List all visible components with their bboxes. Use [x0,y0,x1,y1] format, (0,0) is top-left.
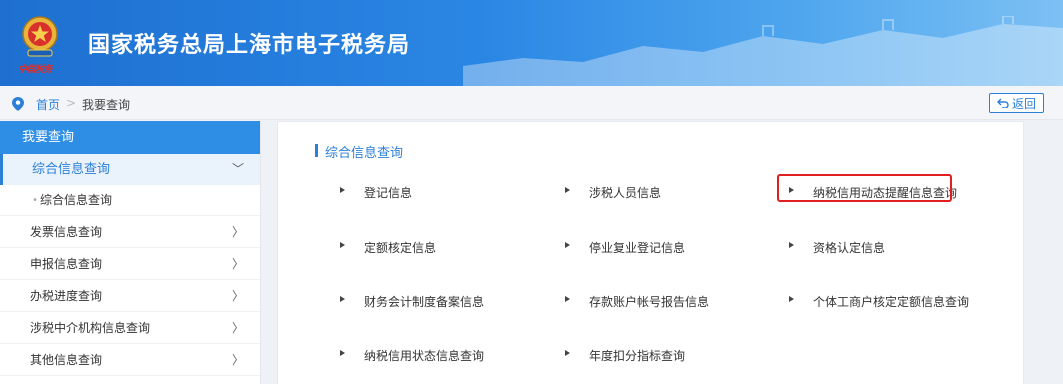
great-wall-decoration [463,16,1063,86]
dot-icon: • [32,195,38,206]
panel-title: 综合信息查询 [315,142,403,161]
link-label: 涉税人员信息 [589,186,662,200]
sidebar-heading: 我要查询 [0,121,260,154]
bullet-icon [789,296,795,302]
sidebar-item-invoice-query[interactable]: 发票信息查询 〉 [0,216,260,248]
back-button[interactable]: 返回 [989,93,1044,113]
chevron-right-icon: 〉 [231,353,244,367]
link-individual-quota-query[interactable]: 个体工商户核定定额信息查询 [789,293,969,310]
bullet-icon [340,296,346,302]
back-button-label: 返回 [1011,96,1036,111]
sidebar-item-label: 其他信息查询 [30,353,103,367]
chevron-right-icon: 〉 [231,257,244,271]
link-label: 财务会计制度备案信息 [364,295,485,309]
link-credit-status-query[interactable]: 纳税信用状态信息查询 [340,347,484,364]
sidebar-item-label: 涉税中介机构信息查询 [30,321,151,335]
sidebar: 我要查询 综合信息查询 ﹀ • 综合信息查询 发票信息查询 〉 申报信息查询 〉… [0,121,261,384]
sidebar-item-declaration-query[interactable]: 申报信息查询 〉 [0,248,260,280]
bullet-icon [789,242,795,248]
sidebar-subitem-comprehensive-query[interactable]: • 综合信息查询 [0,185,260,216]
chevron-right-icon: 〉 [231,321,244,335]
sidebar-item-label: 综合信息查询 [32,162,111,177]
query-panel: 综合信息查询 登记信息 涉税人员信息 纳税信用动态提醒信息查询 定额核定信息 停… [277,121,1024,384]
bullet-icon [340,187,346,193]
highlight-box [777,174,952,202]
sidebar-item-comprehensive-query[interactable]: 综合信息查询 ﹀ [0,154,260,185]
breadcrumb-home-link[interactable]: 首页 [36,96,60,113]
link-label: 停业复业登记信息 [589,241,686,255]
bullet-icon [565,296,571,302]
sidebar-item-label: 申报信息查询 [30,257,103,271]
sidebar-subitem-label: 综合信息查询 [40,193,113,207]
link-bank-account-report[interactable]: 存款账户帐号报告信息 [565,293,709,310]
sidebar-item-other-query[interactable]: 其他信息查询 〉 [0,344,260,376]
link-label: 存款账户帐号报告信息 [589,295,710,309]
bullet-icon [565,242,571,248]
link-label: 资格认定信息 [813,241,886,255]
site-header: 中国税务 国家税务总局上海市电子税务局 [0,0,1063,86]
chevron-right-icon: 〉 [231,289,244,303]
link-qualification-info[interactable]: 资格认定信息 [789,239,885,256]
link-quota-assessment[interactable]: 定额核定信息 [340,239,436,256]
breadcrumb-separator: > [66,96,77,110]
link-registration-info[interactable]: 登记信息 [340,184,412,201]
sidebar-item-label: 办税进度查询 [30,289,103,303]
breadcrumb: 首页 > 我要查询 [0,86,1063,120]
bullet-icon [565,187,571,193]
link-label: 定额核定信息 [364,241,437,255]
link-suspension-resumption[interactable]: 停业复业登记信息 [565,239,685,256]
sidebar-item-agency-query[interactable]: 涉税中介机构信息查询 〉 [0,312,260,344]
link-tax-personnel-info[interactable]: 涉税人员信息 [565,184,661,201]
location-pin-icon [12,97,24,111]
chevron-right-icon: 〉 [231,225,244,239]
bullet-icon [565,350,571,356]
bullet-icon [340,350,346,356]
bullet-icon [340,242,346,248]
breadcrumb-current: 我要查询 [82,98,131,112]
link-annual-deduction-query[interactable]: 年度扣分指标查询 [565,347,685,364]
site-title: 国家税务总局上海市电子税务局 [88,33,411,58]
link-label: 年度扣分指标查询 [589,349,686,363]
chevron-down-icon: ﹀ [231,162,244,176]
link-label: 纳税信用状态信息查询 [364,349,485,363]
tax-emblem-icon [22,16,58,57]
sidebar-item-progress-query[interactable]: 办税进度查询 〉 [0,280,260,312]
link-label: 个体工商户核定定额信息查询 [813,295,970,309]
emblem-caption: 中国税务 [18,65,53,75]
sidebar-item-label: 发票信息查询 [30,225,103,239]
link-label: 登记信息 [364,186,413,200]
link-accounting-filing[interactable]: 财务会计制度备案信息 [340,293,484,310]
return-arrow-icon [996,98,1009,108]
